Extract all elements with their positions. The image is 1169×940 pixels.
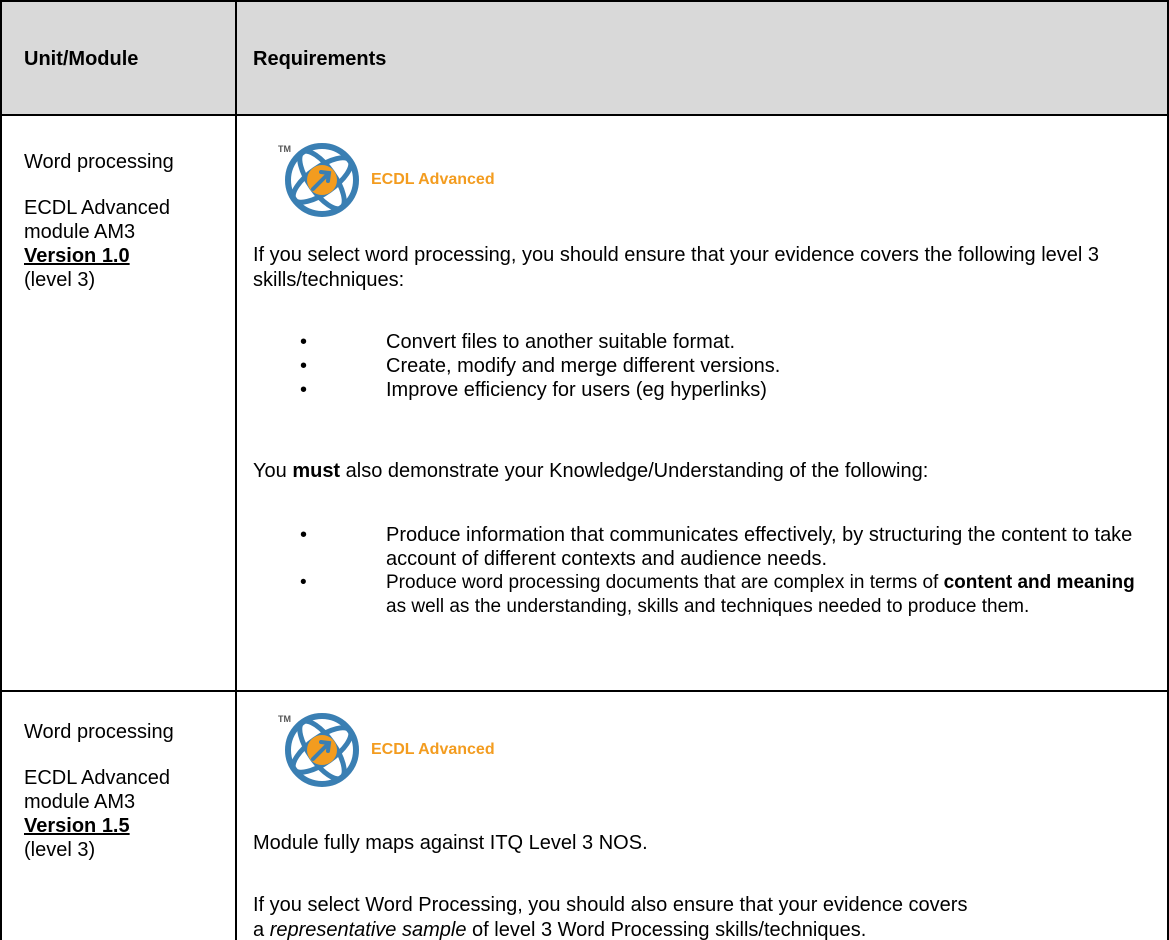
logo-text: ECDL Advanced — [371, 741, 495, 758]
row1-unit-title: Word processing — [24, 151, 174, 173]
row2-unit-version: Version 1.5 — [24, 815, 130, 837]
row1-unit-version: Version 1.0 — [24, 245, 130, 267]
row1-unit-module: module AM3 — [24, 221, 136, 243]
row2-unit-title: Word processing — [24, 721, 174, 743]
row2-unit-level: (level 3) — [24, 839, 96, 861]
logo-text: ECDL Advanced — [371, 171, 495, 188]
row1-knowledge-list: • Produce information that communicates e… — [300, 523, 1145, 619]
table-border-left — [0, 0, 2, 940]
row1-unit-cell: Word processing ECDL Advanced module AM3… — [24, 150, 174, 292]
row1-unit-level: (level 3) — [24, 269, 96, 291]
row2-unit-cell: Word processing ECDL Advanced module AM3… — [24, 720, 174, 862]
trademark-label: TM — [278, 144, 291, 154]
column-divider — [235, 0, 237, 940]
header-requirements: Requirements — [253, 48, 387, 70]
row2-ensure-statement: If you select Word Processing, you shoul… — [253, 894, 968, 940]
row2-unit-module: module AM3 — [24, 791, 136, 813]
row-divider — [0, 690, 1169, 692]
list-item: • Create, modify and merge different vers… — [300, 355, 781, 377]
list-item: • Produce information that communicates e… — [300, 524, 1133, 570]
requirements-table: Unit/Module Requirements Word processing… — [0, 0, 1169, 940]
list-item: • Improve efficiency for users (eg hyperl… — [300, 379, 767, 401]
row1-must-statement: You must also demonstrate your Knowledge… — [253, 460, 929, 482]
row1-intro: If you select word processing, you shoul… — [253, 244, 1100, 291]
trademark-label: TM — [278, 714, 291, 724]
list-item: • Convert files to another suitable forma… — [300, 331, 736, 353]
row1-unit-ecdl: ECDL Advanced — [24, 197, 171, 219]
header-unit-module: Unit/Module — [24, 48, 139, 70]
table-border-top — [0, 0, 1169, 2]
row1-skills-list: • Convert files to another suitable forma… — [300, 330, 1145, 402]
table-header: Unit/Module Requirements — [0, 0, 1169, 115]
row2-unit-ecdl: ECDL Advanced — [24, 767, 171, 789]
list-item: • Produce word processing documents that … — [300, 572, 1135, 617]
ecdl-advanced-logo: TM ECDL Advanced — [276, 708, 516, 798]
row2-maps-statement: Module fully maps against ITQ Level 3 NO… — [253, 832, 648, 854]
ecdl-advanced-logo: TM ECDL Advanced — [276, 138, 516, 228]
header-divider — [0, 114, 1169, 116]
